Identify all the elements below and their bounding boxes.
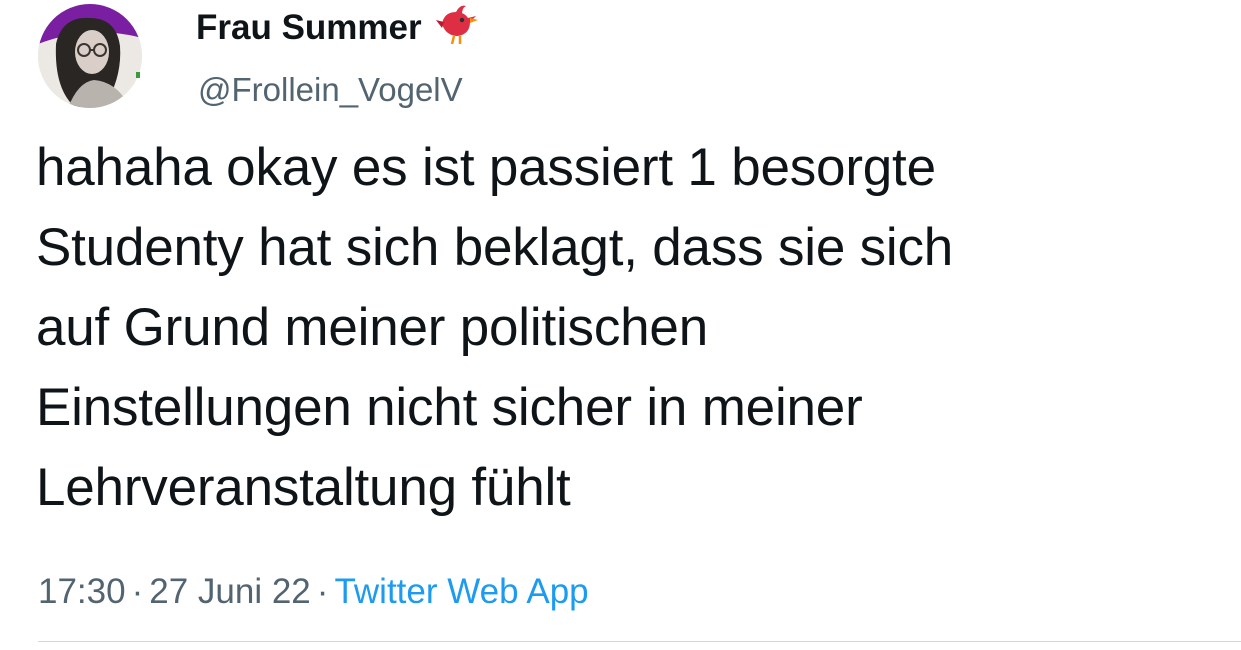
author-handle[interactable]: @Frollein_VogelV — [198, 70, 463, 110]
tweet-text: hahaha okay es ist passiert 1 besorgte S… — [36, 138, 954, 517]
display-name[interactable]: Frau Summer — [196, 8, 422, 48]
tweet-source-link[interactable]: Twitter Web App — [334, 572, 588, 611]
meta-separator: · — [316, 572, 329, 611]
meta-separator: · — [131, 572, 144, 611]
tweet-date[interactable]: 27 Juni 22 — [149, 572, 311, 611]
avatar[interactable] — [38, 4, 142, 108]
tweet-time[interactable]: 17:30 — [38, 572, 126, 611]
tweet-meta: 17:30 · 27 Juni 22 · Twitter Web App — [38, 570, 589, 614]
tweet-card: Frau Summer @Frollein_VogelV hahaha okay… — [0, 0, 1241, 650]
author-name-row[interactable]: Frau Summer — [196, 5, 480, 50]
divider — [38, 641, 1241, 642]
avatar-badge-dot — [136, 72, 140, 78]
red-bird-icon — [432, 2, 480, 50]
